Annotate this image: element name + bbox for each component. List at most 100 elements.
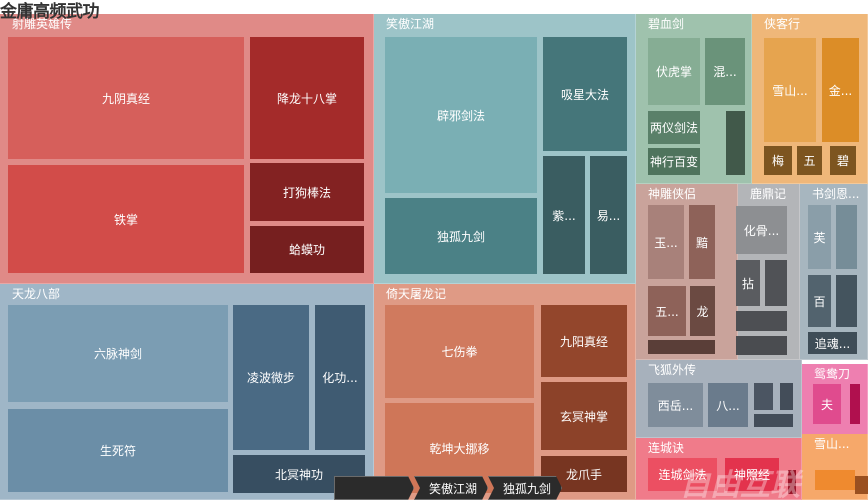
treemap-leaf[interactable] [850, 384, 860, 424]
leaf-label: 神行百变 [649, 155, 698, 169]
treemap-leaf[interactable]: 六脉神剑 [8, 305, 228, 402]
leaf-label: 两仪剑法 [649, 121, 698, 135]
treemap-leaf[interactable]: 八... [708, 383, 748, 427]
treemap-leaf[interactable]: 两仪剑法 [648, 111, 700, 144]
chart-title: 金庸高频武功 [0, 2, 100, 22]
breadcrumb-root[interactable] [334, 476, 414, 500]
treemap-leaf[interactable]: 铁掌 [8, 165, 244, 273]
breadcrumb-item-skill[interactable]: 独孤九剑 [488, 476, 562, 500]
treemap-leaf[interactable] [736, 336, 787, 355]
leaf-label: 碧 [836, 154, 849, 168]
treemap-leaf[interactable]: 化功... [315, 305, 365, 450]
group-label: 飞狐外传 [648, 363, 697, 377]
treemap-leaf[interactable] [648, 340, 715, 354]
leaf-label: 连城剑法 [658, 468, 707, 482]
treemap-leaf[interactable]: 金... [822, 38, 859, 142]
leaf-label: 凌波微步 [246, 371, 295, 385]
treemap-leaf[interactable]: 龙 [690, 286, 715, 336]
leaf-label: 追魂... [814, 336, 851, 351]
treemap-leaf[interactable]: 连城剑法 [648, 458, 717, 491]
group-label: 书剑恩... [812, 187, 860, 201]
treemap-leaf[interactable]: 黯 [689, 205, 715, 279]
treemap-leaf[interactable]: 玉... [648, 205, 684, 279]
leaf-label: 化骨... [743, 223, 780, 238]
treemap-leaf[interactable]: 百 [808, 275, 831, 327]
leaf-label: 玄冥神掌 [559, 409, 608, 424]
leaf-label: 金... [828, 83, 853, 98]
leaf-label: 打狗棒法 [282, 185, 331, 200]
treemap-leaf[interactable]: 五... [648, 286, 686, 336]
leaf-label: 玉... [654, 235, 678, 250]
leaf-label: 百 [813, 294, 826, 309]
group-label: 倚天屠龙记 [386, 287, 447, 301]
leaf-label: 梅 [771, 154, 784, 168]
treemap-leaf[interactable]: 蛤蟆功 [250, 226, 364, 273]
group-label: 鸳鸯刀 [814, 367, 851, 381]
leaf-label: 生死符 [99, 444, 136, 458]
leaf-label: 辟邪剑法 [436, 108, 485, 123]
leaf-label: 五 [803, 154, 816, 168]
leaf-label: 龙 [696, 304, 709, 319]
treemap-leaf[interactable]: 混... [705, 38, 745, 105]
treemap-leaf[interactable] [788, 470, 796, 494]
group-label: 侠客行 [764, 17, 801, 31]
leaf-label: 独孤九剑 [436, 229, 485, 244]
treemap-leaf[interactable] [836, 275, 857, 327]
treemap-leaf[interactable]: 西岳... [648, 383, 703, 427]
treemap-leaf[interactable]: 玄冥神掌 [541, 382, 627, 450]
leaf-label: 蛤蟆功 [288, 243, 325, 257]
treemap-leaf[interactable] [862, 476, 868, 494]
treemap-leaf[interactable]: 九阳真经 [541, 305, 627, 377]
treemap-leaf[interactable]: 凌波微步 [233, 305, 309, 450]
treemap-leaf[interactable] [754, 414, 793, 427]
leaf-label: 北冥神功 [274, 467, 323, 482]
breadcrumb-item-novel[interactable]: 笑傲江湖 [414, 476, 488, 500]
treemap-leaf[interactable]: 神行百变 [648, 148, 700, 175]
treemap-leaf[interactable]: 夫 [813, 384, 841, 424]
treemap-leaf[interactable] [836, 205, 857, 269]
treemap-leaf[interactable]: 碧 [830, 146, 856, 175]
leaf-label: 七伤拳 [441, 345, 478, 359]
leaf-label: 紫... [552, 208, 576, 223]
leaf-label: 伏虎掌 [655, 65, 692, 79]
leaf-label: 神照经 [733, 468, 770, 482]
treemap-leaf[interactable]: 吸星大法 [543, 37, 627, 151]
treemap-leaf[interactable]: 拈 [736, 260, 760, 306]
leaf-label: 九阳真经 [559, 334, 608, 349]
treemap-leaf[interactable]: 伏虎掌 [648, 38, 700, 105]
treemap-leaf[interactable]: 辟邪剑法 [385, 37, 537, 193]
leaf-label: 拈 [741, 276, 754, 291]
treemap-leaf[interactable] [754, 383, 773, 410]
group-label: 雪山... [814, 437, 850, 451]
leaf-label: 混... [713, 65, 737, 79]
treemap-leaf[interactable]: 神照经 [725, 458, 779, 491]
treemap-leaf[interactable]: 五 [797, 146, 822, 175]
treemap-leaf[interactable] [726, 111, 745, 175]
treemap-leaf[interactable]: 追魂... [808, 332, 857, 354]
treemap-leaf[interactable]: 芙 [808, 205, 831, 269]
treemap-leaf[interactable]: 九阴真经 [8, 37, 244, 159]
treemap-leaf[interactable]: 打狗棒法 [250, 163, 364, 221]
leaf-label: 降龙十八掌 [276, 91, 337, 106]
leaf-label: 易... [596, 208, 621, 223]
treemap-leaf[interactable]: 易... [590, 156, 627, 274]
treemap-leaf[interactable]: 梅 [764, 146, 792, 175]
treemap-leaf[interactable]: 生死符 [8, 409, 228, 492]
leaf-label: 夫 [820, 397, 833, 412]
breadcrumb: 笑傲江湖 独孤九剑 [334, 476, 562, 500]
treemap-leaf[interactable] [780, 383, 793, 410]
treemap-leaf[interactable]: 雪山... [764, 38, 816, 142]
leaf-label: 吸星大法 [560, 87, 609, 102]
leaf-label: 黯 [695, 235, 708, 250]
treemap-leaf[interactable]: 紫... [543, 156, 585, 274]
treemap-leaf[interactable] [815, 470, 855, 490]
treemap-leaf[interactable] [736, 311, 787, 331]
treemap-leaf[interactable]: 化骨... [736, 206, 787, 254]
group-label: 连城诀 [648, 441, 685, 455]
treemap-leaf[interactable]: 七伤拳 [385, 305, 534, 398]
treemap-leaf[interactable]: 独孤九剑 [385, 198, 537, 274]
leaf-label: 龙爪手 [565, 467, 602, 482]
leaf-label: 八... [716, 398, 740, 413]
treemap-leaf[interactable] [765, 260, 787, 306]
treemap-leaf[interactable]: 降龙十八掌 [250, 37, 364, 159]
